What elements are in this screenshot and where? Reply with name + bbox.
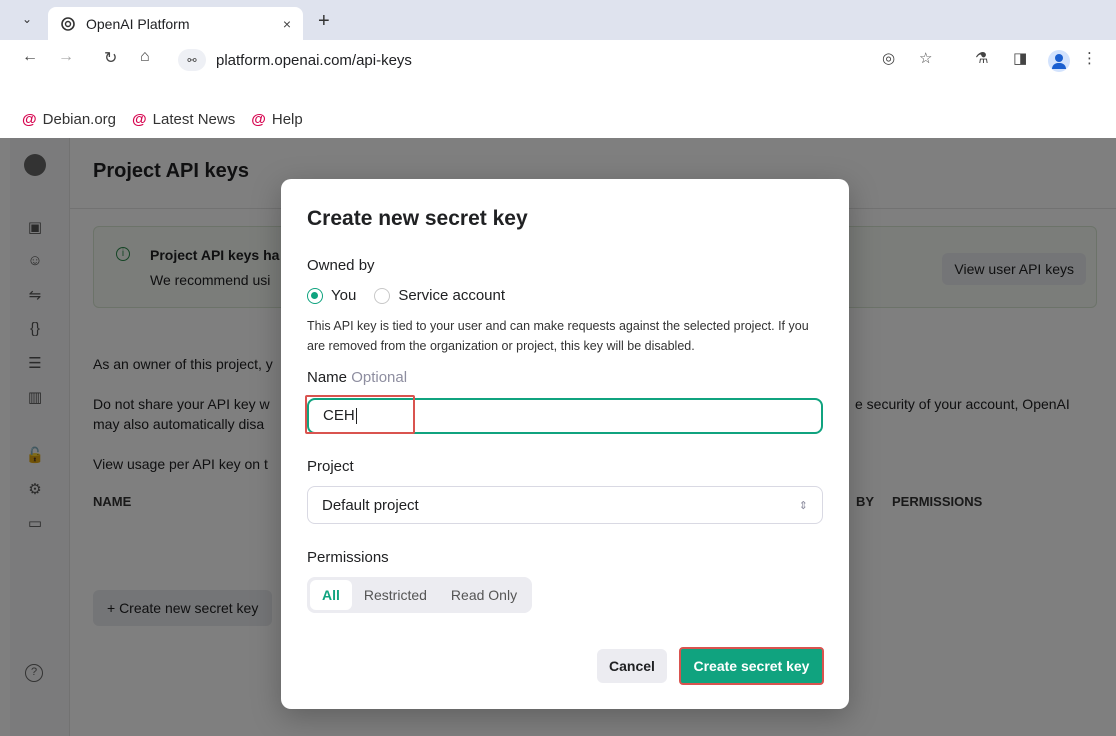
project-select-value: Default project — [322, 496, 419, 514]
owned-by-label: Owned by — [307, 257, 375, 274]
bookmark-help[interactable]: @ Help — [251, 111, 303, 128]
labs-flask-icon[interactable]: ⚗ — [975, 49, 988, 67]
name-label-text: Name — [307, 369, 348, 386]
browser-tabstrip: ⌄ OpenAI Platform × + — [0, 0, 1116, 40]
name-input-value: CEH — [323, 407, 355, 424]
eye-off-icon[interactable]: ◎ — [882, 49, 895, 67]
permissions-label: Permissions — [307, 549, 389, 566]
debian-swirl-icon: @ — [22, 110, 37, 128]
back-icon[interactable]: ← — [22, 48, 38, 66]
bookmark-star-icon[interactable]: ☆ — [919, 49, 932, 67]
forward-icon[interactable]: → — [58, 48, 74, 66]
cancel-button[interactable]: Cancel — [597, 649, 667, 683]
openai-logo-icon — [61, 16, 75, 31]
create-key-modal: Create new secret key Owned by You Servi… — [281, 179, 849, 709]
radio-service-account[interactable] — [374, 287, 391, 304]
tab-title: OpenAI Platform — [86, 15, 190, 32]
permission-read-only[interactable]: Read Only — [439, 580, 529, 610]
reload-icon[interactable]: ↻ — [104, 48, 117, 68]
bookmark-label: Latest News — [152, 110, 236, 128]
tab-search-chevron-icon[interactable]: ⌄ — [22, 12, 32, 26]
permissions-segmented-control: All Restricted Read Only — [307, 577, 533, 613]
bookmark-debian[interactable]: @ Debian.org — [22, 111, 116, 128]
bookmark-label: Help — [271, 110, 303, 128]
bookmarks-bar: @ Debian.org @ Latest News @ Help — [0, 102, 1116, 136]
debian-swirl-icon: @ — [132, 110, 147, 128]
address-bar[interactable]: ⚯ platform.openai.com/api-keys — [178, 45, 938, 75]
select-chevron-icon: ⇕ — [798, 499, 808, 512]
debian-swirl-icon: @ — [251, 110, 266, 128]
radio-you-label[interactable]: You — [331, 287, 356, 304]
bookmark-latest-news[interactable]: @ Latest News — [132, 111, 235, 128]
url-text: platform.openai.com/api-keys — [216, 51, 412, 69]
owned-by-radio-group: You Service account — [307, 287, 523, 304]
home-icon[interactable]: ⌂ — [140, 48, 150, 66]
name-label: Name Optional — [307, 369, 407, 386]
modal-title: Create new secret key — [307, 207, 528, 230]
radio-service-account-label[interactable]: Service account — [398, 287, 505, 304]
browser-toolbar: ← → ↻ ⌂ ⚯ platform.openai.com/api-keys ◎… — [0, 40, 1116, 102]
name-optional-hint: Optional — [351, 369, 408, 386]
project-select[interactable]: Default project ⇕ — [307, 486, 823, 524]
browser-tab-openai[interactable]: OpenAI Platform × — [48, 7, 303, 40]
permission-all[interactable]: All — [310, 580, 352, 610]
new-tab-button[interactable]: + — [318, 10, 330, 33]
side-panel-icon[interactable]: ◨ — [1013, 49, 1027, 67]
menu-kebab-icon[interactable]: ⋮ — [1082, 49, 1097, 67]
project-label: Project — [307, 458, 354, 475]
radio-you[interactable] — [307, 287, 323, 304]
permission-restricted[interactable]: Restricted — [352, 580, 439, 610]
key-description: This API key is tied to your user and ca… — [307, 319, 809, 353]
bookmark-label: Debian.org — [42, 110, 117, 128]
tab-close-icon[interactable]: × — [283, 16, 291, 32]
profile-avatar[interactable] — [1048, 50, 1070, 72]
site-info-icon[interactable]: ⚯ — [178, 49, 206, 71]
create-secret-key-button[interactable]: Create secret key — [679, 647, 824, 685]
text-caret — [355, 408, 357, 425]
name-input[interactable]: CEH — [307, 398, 823, 434]
